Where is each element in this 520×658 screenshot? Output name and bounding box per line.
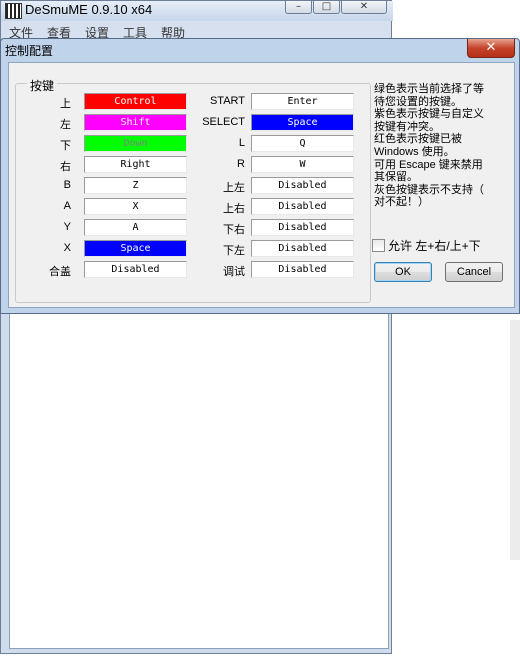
right-key-label: START	[209, 95, 245, 107]
info-line: 红色表示按键已被	[374, 133, 462, 146]
dialog-client-area: 按键 上 Control 左 Shift 下 Down 右 Right B Z A X Y A X Space…	[8, 62, 515, 308]
left-key-binding-field[interactable]: Right	[84, 156, 187, 173]
right-key-binding-field[interactable]: Disabled	[251, 261, 354, 278]
left-key-label: 上	[60, 98, 71, 110]
desktop-background	[510, 320, 520, 560]
left-key-label: Y	[63, 221, 71, 233]
right-key-label: 下右	[223, 224, 245, 236]
left-key-binding-field[interactable]: Control	[84, 93, 187, 110]
left-key-binding-field[interactable]: X	[84, 198, 187, 215]
info-line: 对不起！）	[374, 196, 429, 209]
info-line: Windows 使用。	[374, 145, 455, 158]
right-key-label: 上左	[223, 182, 245, 194]
right-key-binding-field[interactable]: Disabled	[251, 219, 354, 236]
right-key-label: SELECT	[202, 116, 245, 128]
right-key-label: 上右	[223, 203, 245, 215]
right-key-label: 下左	[223, 245, 245, 257]
left-key-binding-field[interactable]: Z	[84, 177, 187, 194]
left-key-label: 右	[60, 161, 71, 173]
ok-button[interactable]: OK	[374, 262, 432, 282]
left-key-binding-field[interactable]: A	[84, 219, 187, 236]
dialog-close-button[interactable]: ✕	[467, 39, 515, 58]
left-key-label: 下	[60, 140, 71, 152]
left-key-label: 左	[60, 119, 71, 131]
info-line: 紫色表示按键与自定义	[374, 108, 484, 121]
right-key-label: 调试	[223, 266, 245, 278]
control-config-dialog: 控制配置 ✕ 按键 上 Control 左 Shift 下 Down 右 Right B Z A X Y…	[0, 38, 520, 314]
left-key-binding-field[interactable]: Disabled	[84, 261, 187, 278]
main-window-titlebar[interactable]: DeSmuME 0.9.10 x64 – □ ✕	[1, 1, 393, 21]
allow-opposite-directions-label[interactable]: 允许 左+右/上+下	[388, 237, 481, 254]
left-key-label: B	[63, 179, 71, 191]
info-line: 可用 Escape 键来禁用	[374, 158, 483, 171]
cancel-button[interactable]: Cancel	[445, 262, 503, 282]
main-close-button[interactable]: ✕	[341, 1, 387, 14]
right-key-binding-field[interactable]: Space	[251, 114, 354, 131]
left-key-binding-field[interactable]: Down	[84, 135, 187, 152]
right-key-binding-field[interactable]: Disabled	[251, 240, 354, 257]
info-line: 待您设置的按键。	[374, 95, 462, 108]
maximize-button[interactable]: □	[313, 1, 340, 14]
info-line: 按键有冲突。	[374, 120, 440, 133]
info-line: 其保留。	[374, 171, 418, 184]
desmume-app-icon	[5, 3, 22, 19]
left-key-binding-field[interactable]: Shift	[84, 114, 187, 131]
right-key-binding-field[interactable]: Disabled	[251, 198, 354, 215]
info-line: 灰色按键表示不支持（	[374, 183, 484, 196]
left-key-label: 合盖	[49, 266, 71, 278]
left-key-label: X	[63, 242, 71, 254]
right-key-label: R	[237, 158, 245, 170]
main-window-title: DeSmuME 0.9.10 x64	[25, 2, 153, 17]
right-key-label: L	[238, 137, 245, 149]
right-key-binding-field[interactable]: Disabled	[251, 177, 354, 194]
right-key-binding-field[interactable]: Enter	[251, 93, 354, 110]
allow-opposite-directions-checkbox[interactable]	[372, 239, 385, 252]
left-key-binding-field[interactable]: Space	[84, 240, 187, 257]
right-key-binding-field[interactable]: W	[251, 156, 354, 173]
color-legend-text: 绿色表示当前选择了等 待您设置的按键。 紫色表示按键与自定义 按键有冲突。 红色…	[374, 83, 514, 209]
right-key-binding-field[interactable]: Q	[251, 135, 354, 152]
keys-group-label: 按键	[27, 77, 58, 94]
dialog-title: 控制配置	[5, 44, 54, 58]
minimize-button[interactable]: –	[285, 1, 312, 14]
info-line: 绿色表示当前选择了等	[374, 83, 484, 95]
left-key-label: A	[63, 200, 71, 212]
